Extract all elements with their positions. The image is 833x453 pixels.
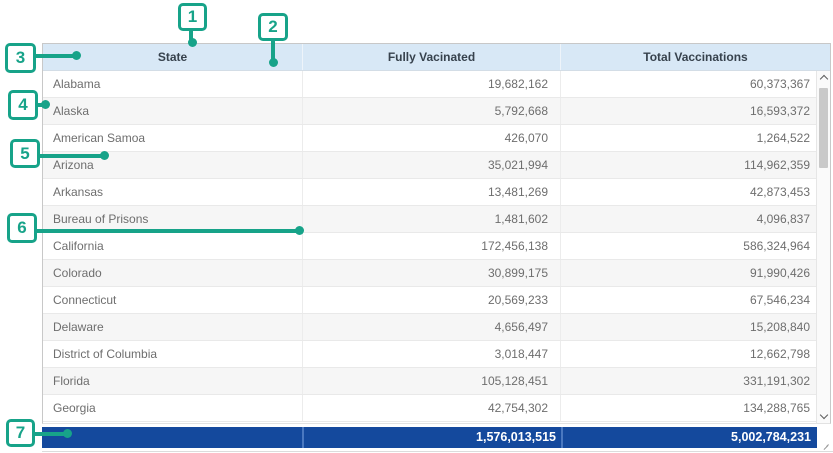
cell-state: Colorado — [43, 260, 303, 286]
table-row[interactable]: Alabama19,682,16260,373,367 — [43, 71, 816, 98]
cell-fully-vacinated: 20,569,233 — [303, 287, 561, 313]
vertical-scrollbar[interactable] — [816, 71, 830, 423]
cell-fully-vacinated: 5,792,668 — [303, 98, 561, 124]
summary-totals-row: 1,576,013,515 5,002,784,231 — [42, 427, 817, 448]
totals-state-cell — [42, 427, 302, 448]
cell-state: California — [43, 233, 303, 259]
table-row[interactable]: California172,456,138586,324,964 — [43, 233, 816, 260]
scroll-down-button[interactable] — [817, 409, 830, 423]
cell-state: Florida — [43, 368, 303, 394]
table-row[interactable]: Georgia42,754,302134,288,765 — [43, 395, 816, 422]
table-row[interactable]: Alaska5,792,66816,593,372 — [43, 98, 816, 125]
cell-fully-vacinated: 13,481,269 — [303, 179, 561, 205]
cell-fully-vacinated: 1,481,602 — [303, 206, 561, 232]
callout-3-connector — [34, 54, 77, 58]
cell-fully-vacinated: 30,899,175 — [303, 260, 561, 286]
callout-5-marker: 5 — [10, 139, 40, 168]
cell-fully-vacinated: 35,021,994 — [303, 152, 561, 178]
callout-6-connector — [35, 229, 300, 233]
table-row[interactable]: District of Columbia3,018,44712,662,798 — [43, 341, 816, 368]
table-row[interactable]: Arkansas13,481,26942,873,453 — [43, 179, 816, 206]
callout-4-marker: 4 — [8, 90, 38, 120]
cell-state: Alabama — [43, 71, 303, 97]
cell-total-vaccinations: 16,593,372 — [561, 98, 816, 124]
table-body: Alabama19,682,16260,373,367Alaska5,792,6… — [43, 71, 816, 423]
cell-state: District of Columbia — [43, 341, 303, 367]
cell-total-vaccinations: 60,373,367 — [561, 71, 816, 97]
cell-fully-vacinated: 3,018,447 — [303, 341, 561, 367]
cell-total-vaccinations: 586,324,964 — [561, 233, 816, 259]
table-row[interactable]: Delaware4,656,49715,208,840 — [43, 314, 816, 341]
cell-state: Delaware — [43, 314, 303, 340]
chevron-down-icon — [820, 411, 828, 419]
cell-fully-vacinated: 426,070 — [303, 125, 561, 151]
callout-5-dot — [100, 151, 109, 160]
callout-6-marker: 6 — [7, 213, 37, 243]
chevron-up-icon — [820, 75, 828, 83]
cell-fully-vacinated: 42,754,302 — [303, 395, 561, 421]
callout-5-connector — [38, 154, 105, 158]
scrollbar-thumb[interactable] — [819, 88, 828, 168]
cell-state: Arkansas — [43, 179, 303, 205]
callout-6-dot — [295, 226, 304, 235]
scroll-up-button[interactable] — [817, 71, 830, 85]
attribute-table: State Fully Vacinated Total Vaccinations… — [42, 43, 831, 424]
cell-state: American Samoa — [43, 125, 303, 151]
cell-fully-vacinated: 172,456,138 — [303, 233, 561, 259]
column-header-total-vaccinations[interactable]: Total Vaccinations — [561, 44, 830, 70]
callout-7-dot — [63, 429, 72, 438]
table-row[interactable]: Colorado30,899,17591,990,426 — [43, 260, 816, 287]
table-row[interactable]: Connecticut20,569,23367,546,234 — [43, 287, 816, 314]
cell-total-vaccinations: 1,264,522 — [561, 125, 816, 151]
cell-total-vaccinations: 331,191,302 — [561, 368, 816, 394]
column-header-state[interactable]: State — [43, 44, 303, 70]
callout-3-dot — [72, 51, 81, 60]
table-header-row: State Fully Vacinated Total Vaccinations — [43, 44, 830, 71]
cell-total-vaccinations: 15,208,840 — [561, 314, 816, 340]
callout-2-dot — [269, 58, 278, 67]
callout-2-marker: 2 — [258, 13, 288, 41]
callout-1-marker: 1 — [178, 3, 207, 31]
totals-fully-vacinated: 1,576,013,515 — [302, 427, 561, 448]
callout-4-dot — [41, 100, 50, 109]
cell-state: Georgia — [43, 395, 303, 421]
cell-total-vaccinations: 4,096,837 — [561, 206, 816, 232]
cell-fully-vacinated: 19,682,162 — [303, 71, 561, 97]
cell-total-vaccinations: 114,962,359 — [561, 152, 816, 178]
cell-total-vaccinations: 67,546,234 — [561, 287, 816, 313]
attribute-table-widget: State Fully Vacinated Total Vaccinations… — [0, 0, 833, 453]
cell-total-vaccinations: 42,873,453 — [561, 179, 816, 205]
cell-fully-vacinated: 4,656,497 — [303, 314, 561, 340]
cell-total-vaccinations: 12,662,798 — [561, 341, 816, 367]
callout-3-marker: 3 — [5, 43, 36, 73]
totals-total-vaccinations: 5,002,784,231 — [561, 427, 817, 448]
table-row[interactable]: American Samoa426,0701,264,522 — [43, 125, 816, 152]
page-bottom-border — [42, 451, 833, 452]
column-header-fully-vacinated[interactable]: Fully Vacinated — [303, 44, 561, 70]
cell-state: Alaska — [43, 98, 303, 124]
cell-total-vaccinations: 91,990,426 — [561, 260, 816, 286]
callout-7-marker: 7 — [6, 419, 35, 447]
cell-state: Connecticut — [43, 287, 303, 313]
cell-fully-vacinated: 105,128,451 — [303, 368, 561, 394]
table-row[interactable]: Florida105,128,451331,191,302 — [43, 368, 816, 395]
cell-total-vaccinations: 134,288,765 — [561, 395, 816, 421]
callout-1-dot — [188, 38, 197, 47]
resize-grip-icon — [822, 443, 829, 449]
table-row[interactable]: Arizona35,021,994114,962,359 — [43, 152, 816, 179]
